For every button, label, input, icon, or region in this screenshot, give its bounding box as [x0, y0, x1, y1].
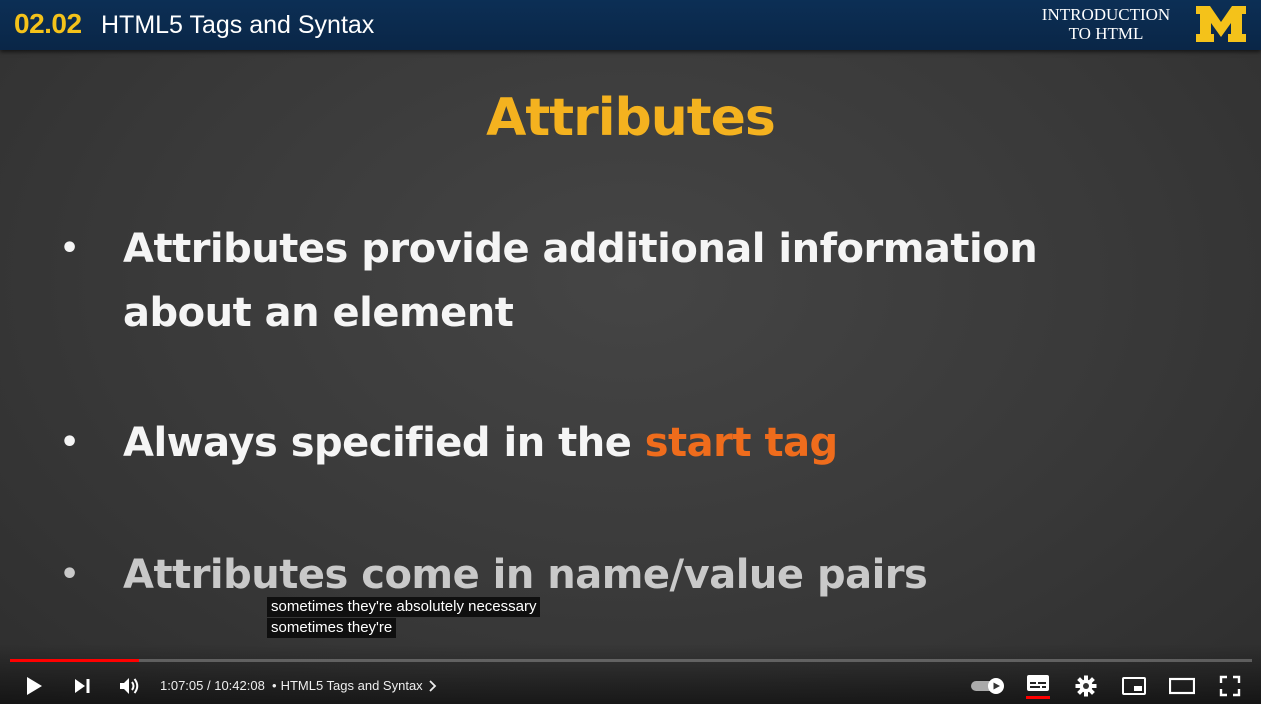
bullet-3-text: Attributes come in name/value pairs — [123, 552, 928, 598]
bullet-1-text: Attributes provide additional informatio… — [123, 226, 1038, 336]
bullet-2-accent: start tag — [644, 420, 838, 466]
subtitles-active-indicator — [1026, 695, 1050, 699]
lesson-number: 02.02 — [14, 8, 82, 39]
next-button[interactable] — [70, 672, 94, 700]
autoplay-toggle-icon — [971, 678, 1004, 694]
player-controls: 1:07:05 / 10:42:08 • HTML5 Tags and Synt… — [0, 644, 1261, 704]
lecture-header-bar: 02.02 HTML5 Tags and Syntax INTRODUCTION… — [0, 0, 1261, 50]
progress-played — [10, 659, 140, 662]
chapter-bullet: • — [272, 678, 277, 693]
bullet-2-text-before: Always specified in the — [123, 420, 645, 466]
fullscreen-button[interactable] — [1216, 672, 1244, 700]
bullet-1: • Attributes provide additional informat… — [60, 217, 1060, 347]
chapter-button[interactable]: • HTML5 Tags and Syntax — [272, 678, 437, 693]
current-time: 1:07:05 — [160, 678, 204, 693]
bullet-2: • Always specified in the start tag — [60, 411, 1060, 475]
course-name-line2: TO HTML — [1068, 24, 1144, 43]
bullet-dot: • — [60, 425, 79, 460]
bullet-dot: • — [60, 557, 79, 592]
university-logo — [1196, 6, 1246, 42]
time-separator: / — [203, 678, 215, 693]
bullet-dot: • — [60, 231, 79, 266]
play-button[interactable] — [22, 672, 46, 700]
subtitles-button[interactable] — [1024, 672, 1052, 700]
time-display: 1:07:05 / 10:42:08 — [160, 678, 265, 693]
bullet-2-text: Always specified in the start tag — [123, 411, 1063, 475]
miniplayer-button[interactable] — [1120, 672, 1148, 700]
chevron-right-icon — [429, 679, 436, 692]
course-name: INTRODUCTION TO HTML — [1024, 5, 1188, 43]
caption-line-2: sometimes they're — [267, 618, 397, 638]
lesson-title: HTML5 Tags and Syntax — [101, 11, 375, 39]
video-frame[interactable]: 02.02 HTML5 Tags and Syntax INTRODUCTION… — [0, 0, 1261, 704]
slide-title: Attributes — [486, 88, 776, 148]
volume-icon — [120, 678, 139, 694]
theater-mode-button[interactable] — [1168, 672, 1196, 700]
course-name-line1: INTRODUCTION — [1041, 5, 1171, 24]
subtitles-icon — [1027, 674, 1049, 691]
closed-captions: sometimes they're absolutely necessary s… — [267, 597, 541, 639]
caption-line-1: sometimes they're absolutely necessary — [267, 597, 541, 617]
autoplay-toggle[interactable] — [968, 672, 1008, 700]
fullscreen-icon — [1219, 675, 1241, 697]
duration: 10:42:08 — [214, 678, 265, 693]
chapter-title: HTML5 Tags and Syntax — [280, 678, 423, 693]
settings-button[interactable] — [1072, 672, 1100, 700]
bullet-3: • Attributes come in name/value pairs — [60, 543, 1060, 607]
theater-icon — [1169, 677, 1195, 695]
miniplayer-icon — [1122, 677, 1146, 695]
settings-icon — [1075, 675, 1097, 697]
progress-bar[interactable] — [10, 659, 1252, 662]
play-icon — [27, 677, 42, 695]
volume-button[interactable] — [116, 672, 144, 700]
next-icon — [75, 679, 90, 693]
